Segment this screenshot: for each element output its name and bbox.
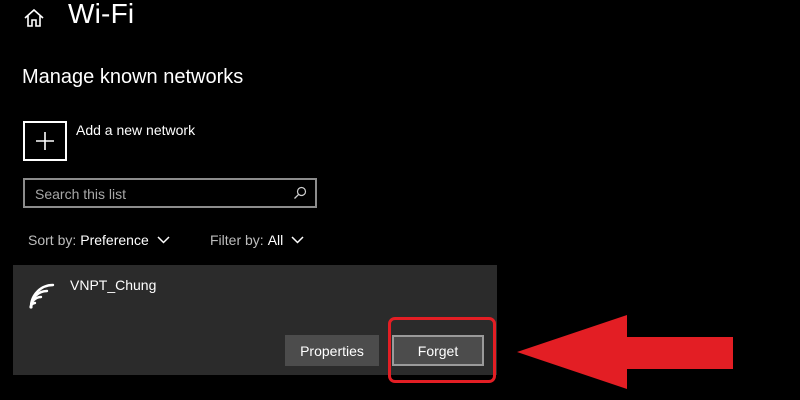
network-name: VNPT_Chung (70, 277, 157, 293)
section-title: Manage known networks (22, 66, 244, 88)
search-input[interactable] (35, 184, 285, 204)
sort-label: Sort by: (28, 232, 77, 248)
search-field[interactable] (23, 178, 317, 208)
properties-button[interactable]: Properties (285, 335, 379, 366)
add-network-button[interactable] (23, 121, 67, 161)
highlight-box (388, 317, 496, 383)
sort-value: Preference (80, 232, 149, 248)
plus-icon (36, 132, 54, 150)
filter-dropdown[interactable]: Filter by: All (210, 232, 304, 248)
filter-value: All (267, 232, 284, 248)
filter-label: Filter by: (210, 232, 264, 248)
sort-dropdown[interactable]: Sort by: Preference (28, 232, 170, 248)
wifi-icon (29, 283, 55, 309)
search-icon[interactable] (293, 186, 307, 200)
left-arrow-icon (517, 315, 733, 389)
page-title: Wi-Fi (68, 0, 135, 29)
add-network-label[interactable]: Add a new network (76, 122, 195, 138)
home-icon[interactable] (22, 6, 46, 30)
chevron-down-icon (291, 236, 304, 244)
chevron-down-icon (157, 236, 170, 244)
